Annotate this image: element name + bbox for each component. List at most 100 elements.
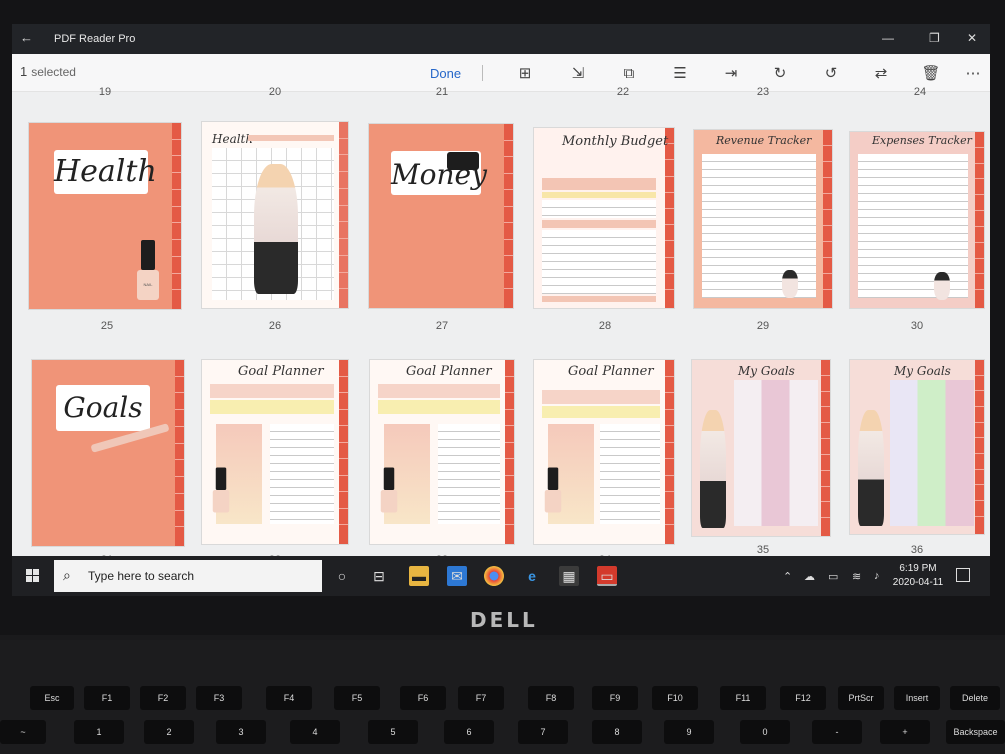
store-icon[interactable]: ▦ [559,566,579,586]
figure-icon [782,270,798,298]
page-number: 30 [910,320,924,332]
sheet-title: Goal Planner [238,364,324,379]
keyboard: Esc F1 F2 F3 F4 F5 F6 F7 F8 F9 F10 F11 F… [0,640,1005,754]
page-number: 35 [756,544,770,556]
page-thumbnail-monthly-budget[interactable]: Monthly Budget [534,128,674,308]
split-icon[interactable]: ☰ [669,64,691,84]
maximize-icon[interactable]: ❐ [929,31,940,45]
key-5: 5 [368,720,418,744]
page-number: 28 [598,320,612,332]
key-f4: F4 [266,686,312,710]
page-thumbnail-health-cover[interactable]: Health NAIL POLISH [29,123,181,309]
nail-polish-icon: NAIL POLISH [137,240,159,300]
volume-icon[interactable]: ♪ [874,570,880,582]
section-tabs [665,128,674,308]
insert-page-icon[interactable]: ⊞ [514,64,536,84]
budget-lines [542,200,656,218]
sheet-title: Revenue Tracker [716,134,812,147]
fashion-illustration [858,410,884,526]
page-thumbnail-goal-planner-2[interactable]: Goal Planner [370,360,514,544]
export-pages-icon[interactable]: ⧉ [618,64,640,84]
page-thumbnail-goal-planner-1[interactable]: Goal Planner [202,360,348,544]
key-f5: F5 [334,686,380,710]
page-thumbnail-grid: 19 20 21 22 23 24 Health NAIL POLISH 25 … [12,86,990,572]
sheet-title: My Goals [894,364,951,378]
minimize-icon[interactable]: — [882,31,894,45]
key-f10: F10 [652,686,698,710]
key-4: 4 [290,720,340,744]
page-number: 19 [98,86,112,98]
page-thumbnail-health-sheet[interactable]: Health [202,122,348,308]
notification-icon[interactable] [956,568,970,582]
file-explorer-icon[interactable]: ▬ [409,566,429,586]
sheet-title: Expenses Tracker [872,134,972,147]
goal-field [542,406,660,418]
edge-icon[interactable]: e [522,566,542,586]
search-placeholder: Type here to search [88,569,195,583]
expense-lines [542,230,656,294]
taskbar-clock[interactable]: 6:19 PM 2020-04-11 [888,562,948,590]
key-esc: Esc [30,686,74,710]
page-thumbnail-expenses-tracker[interactable]: Expenses Tracker [850,132,984,308]
figure-icon [934,272,950,300]
page-thumbnail-goal-planner-3[interactable]: Goal Planner [534,360,674,544]
page-thumbnail-revenue-tracker[interactable]: Revenue Tracker [694,130,832,308]
sheet-title: Health [212,132,254,146]
mail-icon[interactable]: ✉ [447,566,467,586]
cortana-icon[interactable]: ○ [332,566,352,586]
back-icon[interactable]: ← [20,30,33,45]
taskbar: ⌕ Type here to search ○ ⊟ ▬ ✉ e ▦ ▭ ⌃ ☁ … [12,556,990,596]
section-tabs [665,360,674,544]
taskbar-search-box[interactable]: ⌕ Type here to search [54,560,322,592]
toolbar-divider [482,65,483,81]
page-thumbnail-money-cover[interactable]: Money [369,124,513,308]
sheet-title: Goal Planner [568,364,654,379]
pdf-reader-pro-icon[interactable]: ▭ [597,566,617,586]
sheet-title: Monthly Budget [562,134,669,149]
windows-start-icon[interactable] [26,569,40,583]
section-tabs [975,360,984,534]
section-tabs [172,123,181,309]
page-toolbar: 1 selected Done ⊞ ⇲ ⧉ ☰ ⇥ ↻ ↺ ⇄ 🗑 ⋯ [12,54,990,92]
key-f11: F11 [720,686,766,710]
rotate-right-icon[interactable]: ↻ [769,64,791,84]
page-thumbnail-goals-cover[interactable]: Goals [32,360,184,546]
checklist [600,424,660,524]
goal-field [378,384,500,398]
show-hidden-icons[interactable]: ⌃ [783,570,792,583]
key-f1: F1 [84,686,130,710]
more-icon[interactable]: ⋯ [962,64,984,84]
chrome-icon[interactable] [484,566,504,586]
rotate-left-icon[interactable]: ↺ [820,64,842,84]
header-field [248,135,334,141]
section-tabs [339,122,348,308]
key-f7: F7 [458,686,504,710]
battery-icon[interactable]: ▭ [828,570,838,583]
income-row [542,178,656,190]
fashion-illustration [700,410,726,528]
page-thumbnail-my-goals-2[interactable]: My Goals [850,360,984,534]
extract-page-icon[interactable]: ⇲ [567,64,589,84]
key-7: 7 [518,720,568,744]
revenue-table [702,154,816,298]
key-8: 8 [592,720,642,744]
selection-status: 1 selected [20,64,76,79]
onedrive-icon[interactable]: ☁ [804,570,815,583]
key-3: 3 [216,720,266,744]
wifi-icon[interactable]: ≋ [852,570,861,583]
close-icon[interactable]: ✕ [967,31,977,45]
nail-polish-icon [544,467,562,513]
goal-field [210,384,334,398]
task-view-icon[interactable]: ⊟ [369,566,389,586]
swap-icon[interactable]: ⇄ [870,64,892,84]
checklist [438,424,500,524]
delete-icon[interactable]: 🗑 [920,64,942,84]
page-number: 23 [756,86,770,98]
move-out-icon[interactable]: ⇥ [720,64,742,84]
total-row [542,296,656,302]
done-button[interactable]: Done [430,66,461,81]
dell-logo: DELL [470,608,538,632]
sheet-title: My Goals [738,364,795,378]
key-minus: - [812,720,862,744]
page-thumbnail-my-goals-1[interactable]: My Goals [692,360,830,536]
